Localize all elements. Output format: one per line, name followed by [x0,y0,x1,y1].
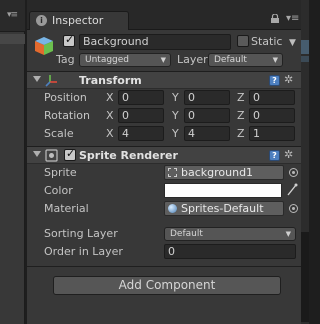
add-component-button[interactable]: Add Component [53,276,281,295]
position-label: Position [44,91,87,104]
scale-y-field[interactable]: 4 [184,126,230,141]
divider [27,266,301,267]
axis-y-label: Y [172,109,179,122]
sorting-layer-value: Default [170,229,203,239]
info-icon: i [36,15,47,26]
material-label: Material [44,202,89,215]
gear-icon[interactable]: ✲ [284,148,293,161]
chevron-down-icon: ▼ [160,56,166,64]
tab-label: Inspector [52,14,104,27]
adjacent-panel: ▾≡ [0,0,25,324]
material-object-field[interactable]: Sprites-Default [164,201,284,216]
sorting-layer-label: Sorting Layer [44,227,118,240]
position-y-field[interactable]: 0 [184,90,230,105]
lock-icon[interactable] [270,14,280,23]
sprite-object-field[interactable]: background1 [164,165,284,180]
inspector-tabbar: i Inspector ▾≡ [27,0,301,30]
alpha-bar [165,195,281,197]
color-label: Color [44,184,73,197]
axis-x-label: X [106,109,114,122]
scale-label: Scale [44,127,74,140]
sprite-renderer-enabled-checkbox[interactable] [64,147,76,161]
rotation-x-field[interactable]: 0 [118,108,164,123]
object-picker-icon[interactable] [289,168,298,177]
chevron-down-icon: ▼ [285,230,291,238]
scene-view-fragment [301,40,309,54]
material-sphere-icon [168,204,177,213]
sprite-label: Sprite [44,166,77,179]
scene-view-fragment [301,232,309,322]
name-field[interactable]: Background [79,34,231,50]
layer-label: Layer [177,53,208,66]
gameobject-cube-icon [35,37,53,55]
tag-value: Untagged [85,55,130,65]
axis-z-label: Z [237,127,245,140]
order-in-layer-field[interactable]: 0 [164,244,296,259]
foldout-arrow-icon[interactable] [33,151,41,157]
panel-menu-icon[interactable]: ▾≡ [7,10,18,20]
position-x-field[interactable]: 0 [118,90,164,105]
position-z-field[interactable]: 0 [249,90,295,105]
static-checkbox[interactable] [237,35,249,47]
sprite-renderer-header[interactable]: Sprite Renderer ? ✲ [27,146,301,164]
chevron-down-icon: ▼ [272,56,278,64]
transform-header[interactable]: Transform ? ✲ [27,71,301,89]
static-label: Static [251,35,283,48]
scale-x-field[interactable]: 4 [118,126,164,141]
foldout-arrow-icon[interactable] [33,76,41,82]
adjacent-panel-row[interactable] [0,34,25,44]
sorting-layer-dropdown[interactable]: Default ▼ [164,227,296,241]
material-value: Sprites-Default [181,202,264,215]
axis-y-label: Y [172,91,179,104]
inspector-panel: i Inspector ▾≡ Background Static ▼ Tag U… [27,0,301,324]
sprite-renderer-icon [45,149,58,162]
sprite-value: background1 [181,166,254,179]
layer-value: Default [214,55,247,65]
axis-z-label: Z [237,109,245,122]
menu-icon[interactable]: ▾≡ [286,13,299,24]
rotation-z-field[interactable]: 0 [249,108,295,123]
tag-dropdown[interactable]: Untagged ▼ [79,53,171,67]
axis-x-label: X [106,127,114,140]
scene-view-fragment [301,56,309,62]
axis-y-label: Y [172,127,179,140]
active-checkbox[interactable] [63,33,75,47]
transform-axes-icon [45,75,57,87]
scene-view-edge [301,0,309,324]
layer-dropdown[interactable]: Default ▼ [208,53,283,67]
rotation-y-field[interactable]: 0 [184,108,230,123]
object-picker-icon[interactable] [289,204,298,213]
tab-inspector[interactable]: i Inspector [29,11,129,30]
static-dropdown-icon[interactable]: ▼ [289,38,296,48]
scale-z-field[interactable]: 1 [249,126,295,141]
sprite-renderer-title: Sprite Renderer [79,149,178,162]
order-in-layer-label: Order in Layer [44,245,123,258]
axis-z-label: Z [237,91,245,104]
axis-x-label: X [106,91,114,104]
eyedropper-icon[interactable] [287,183,298,196]
sprite-asset-icon [168,168,177,177]
rotation-label: Rotation [44,109,91,122]
transform-title: Transform [79,74,142,87]
help-icon[interactable]: ? [269,75,280,86]
tag-label: Tag [56,53,75,66]
help-icon[interactable]: ? [269,150,280,161]
color-swatch[interactable] [164,183,282,198]
gear-icon[interactable]: ✲ [284,73,293,86]
